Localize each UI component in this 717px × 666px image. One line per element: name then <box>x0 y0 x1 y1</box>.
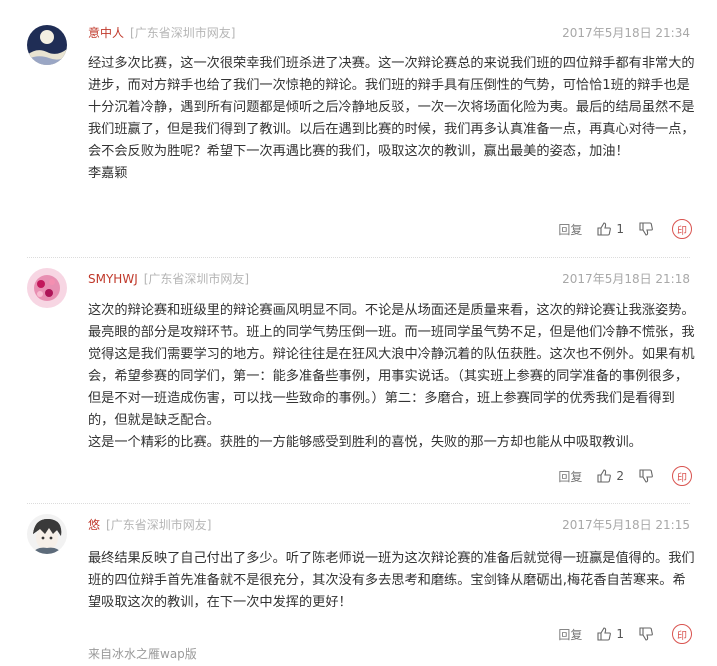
username[interactable]: 悠 [广东省深圳市网友] <box>88 516 211 533</box>
comment-actions: 回复 2 印 <box>544 464 692 488</box>
like-count: 1 <box>616 222 624 236</box>
like-button[interactable]: 1 <box>596 626 624 642</box>
report-icon[interactable]: 印 <box>672 219 692 239</box>
avatar[interactable] <box>27 268 67 308</box>
comment-timestamp: 2017年5月18日 21:34 <box>562 26 690 40</box>
dislike-button[interactable] <box>638 468 654 484</box>
dislike-button[interactable] <box>638 221 654 237</box>
comment-timestamp: 2017年5月18日 21:15 <box>562 518 690 532</box>
thumbs-down-icon <box>639 469 653 483</box>
divider <box>27 503 690 504</box>
comment-actions: 回复 1 印 <box>544 217 692 241</box>
comment-paragraph: 经过多次比赛，这一次很荣幸我们班杀进了决赛。这一次辩论赛总的来说我们班的四位辩手… <box>88 56 695 159</box>
comment-actions: 回复 1 印 <box>544 622 692 646</box>
divider <box>27 257 690 258</box>
thumbs-down-icon <box>639 222 653 236</box>
dislike-button[interactable] <box>638 626 654 642</box>
comment-text: 经过多次比赛，这一次很荣幸我们班杀进了决赛。这一次辩论赛总的来说我们班的四位辩手… <box>88 53 696 185</box>
username[interactable]: 意中人 [广东省深圳市网友] <box>88 24 235 41</box>
thumbs-up-icon <box>597 469 612 483</box>
like-count: 1 <box>616 627 624 641</box>
user-location: [广东省深圳市网友] <box>143 272 250 286</box>
username[interactable]: SMYHWJ [广东省深圳市网友] <box>88 270 249 287</box>
reply-button[interactable]: 回复 <box>558 626 582 643</box>
like-count: 2 <box>616 469 624 483</box>
comment-signature: 李嘉颖 <box>88 166 128 181</box>
avatar[interactable] <box>27 514 67 554</box>
reply-button[interactable]: 回复 <box>558 468 582 485</box>
comment-paragraph: 这是一个精彩的比赛。获胜的一方能够感受到胜利的喜悦，失败的那一方却也能从中吸取教… <box>88 435 642 450</box>
user-location: [广东省深圳市网友] <box>130 26 236 40</box>
reply-button[interactable]: 回复 <box>558 221 582 238</box>
thumbs-down-icon <box>639 627 653 641</box>
report-icon[interactable]: 印 <box>672 624 692 644</box>
like-button[interactable]: 1 <box>596 221 624 237</box>
source-footer: 来自冰水之雁wap版 <box>88 647 197 661</box>
comment-paragraph: 这次的辩论赛和班级里的辩论赛画风明显不同。不论是从场面还是质量来看，这次的辩论赛… <box>88 303 695 428</box>
comment-text: 这次的辩论赛和班级里的辩论赛画风明显不同。不论是从场面还是质量来看，这次的辩论赛… <box>88 300 696 454</box>
report-icon[interactable]: 印 <box>672 466 692 486</box>
comment-timestamp: 2017年5月18日 21:18 <box>562 272 690 286</box>
like-button[interactable]: 2 <box>596 468 624 484</box>
thumbs-up-icon <box>597 222 612 236</box>
comment-paragraph: 最终结果反映了自己付出了多少。听了陈老师说一班为这次辩论赛的准备后就觉得一班赢是… <box>88 551 695 610</box>
comment-text: 最终结果反映了自己付出了多少。听了陈老师说一班为这次辩论赛的准备后就觉得一班赢是… <box>88 548 696 614</box>
thumbs-up-icon <box>597 627 612 641</box>
user-location: [广东省深圳市网友] <box>106 518 212 532</box>
avatar[interactable] <box>27 25 67 65</box>
